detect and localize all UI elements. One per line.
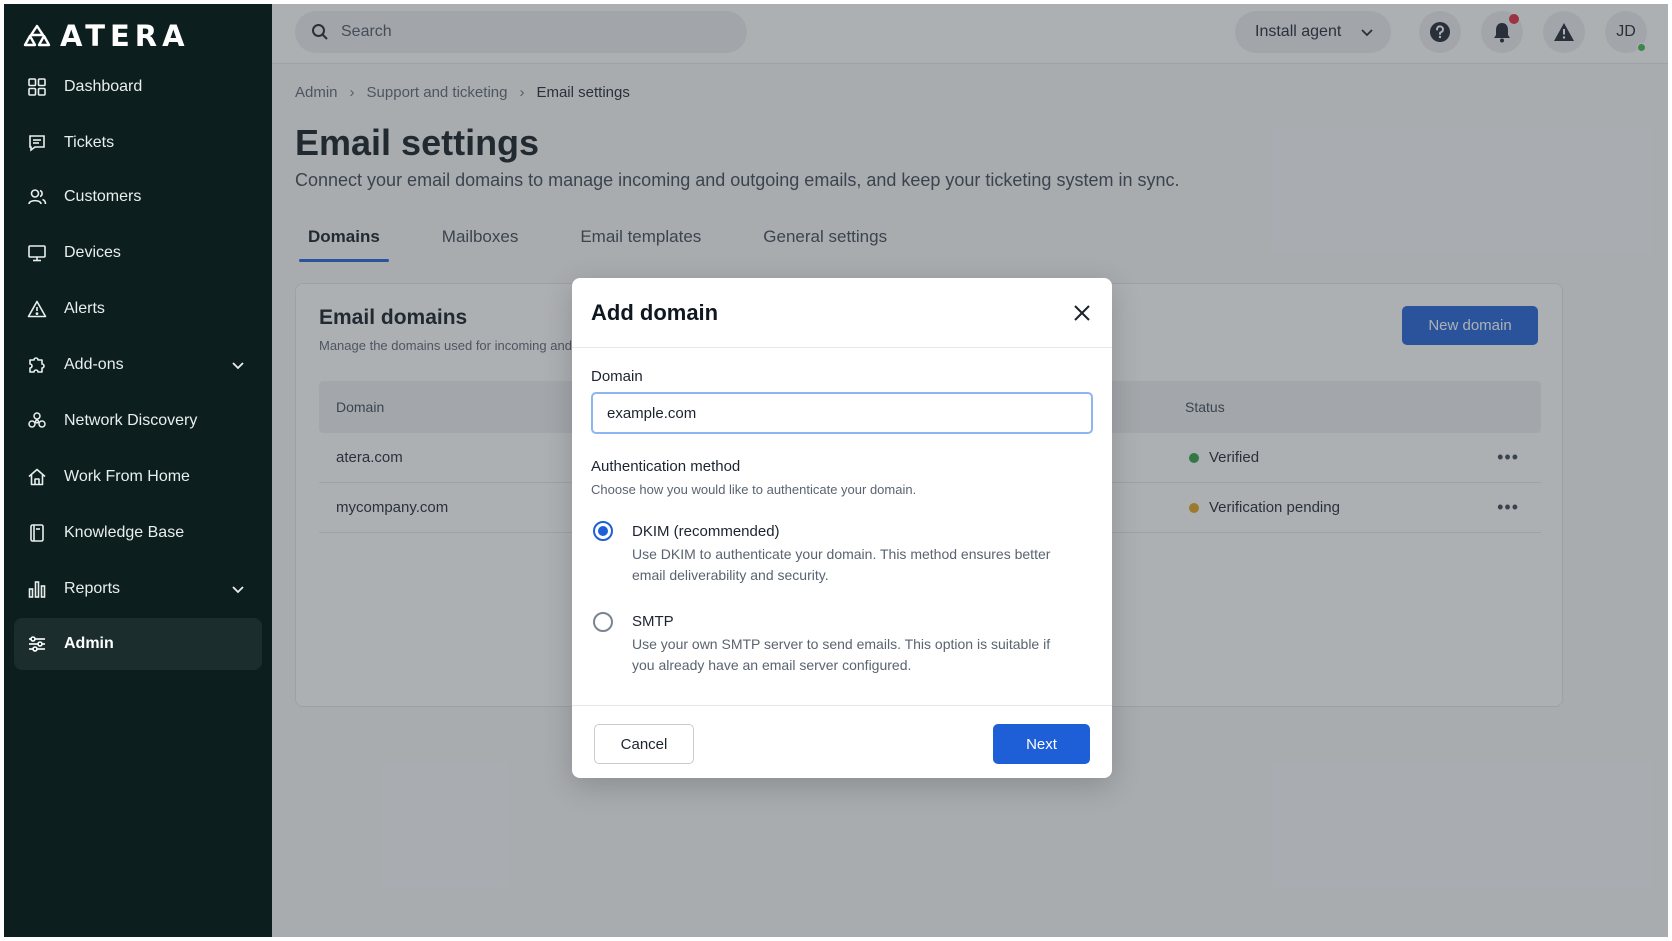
modal-title: Add domain [591, 300, 719, 325]
auth-method-label: Authentication method [591, 458, 741, 475]
sidebar-item-label: Customers [64, 188, 142, 205]
atera-logo[interactable]: ATERA [22, 18, 190, 54]
book-icon [26, 522, 48, 544]
smtp-radio[interactable] [593, 612, 613, 632]
domain-input[interactable] [591, 392, 1093, 434]
auth-method-hint: Choose how you would like to authenticat… [591, 482, 917, 497]
sidebar: ATERA Dashboard Tickets Customers Device… [4, 4, 272, 937]
domain-field-label: Domain [591, 368, 643, 385]
smtp-option-title[interactable]: SMTP [632, 613, 674, 630]
dkim-radio[interactable] [593, 521, 613, 541]
cancel-button[interactable]: Cancel [594, 724, 694, 764]
home-icon [26, 466, 48, 488]
sidebar-item-reports[interactable]: Reports [14, 563, 262, 615]
sidebar-item-label: Work From Home [64, 468, 190, 485]
users-icon [26, 186, 48, 208]
smtp-option-desc: Use your own SMTP server to send emails.… [632, 636, 1051, 673]
sidebar-item-label: Dashboard [64, 78, 143, 95]
next-button[interactable]: Next [993, 724, 1090, 764]
chevron-down-icon[interactable] [228, 579, 248, 599]
modal-footer: Cancel Next [572, 705, 1112, 778]
ticket-chat-icon [26, 132, 48, 154]
sidebar-item-tickets[interactable]: Tickets [14, 117, 262, 169]
sidebar-item-label: Alerts [64, 300, 105, 317]
sidebar-item-admin[interactable]: Admin [14, 618, 262, 670]
puzzle-icon [26, 354, 48, 376]
sidebar-item-customers[interactable]: Customers [14, 171, 262, 223]
sidebar-item-label: Reports [64, 580, 121, 597]
dkim-option-desc: Use DKIM to authenticate your domain. Th… [632, 546, 1051, 583]
network-icon [26, 410, 48, 432]
dashboard-grid-icon [26, 76, 48, 98]
sidebar-item-dashboard[interactable]: Dashboard [14, 61, 262, 113]
sidebar-item-label: Add-ons [64, 356, 124, 373]
sidebar-item-label: Network Discovery [64, 412, 198, 429]
sidebar-item-alerts[interactable]: Alerts [14, 283, 262, 335]
sidebar-item-label: Knowledge Base [64, 524, 185, 541]
brand-wordmark: ATERA [60, 19, 190, 53]
app-frame: ATERA Dashboard Tickets Customers Device… [4, 4, 1668, 937]
chevron-down-icon[interactable] [228, 355, 248, 375]
sidebar-item-knowledge-base[interactable]: Knowledge Base [14, 507, 262, 559]
sidebar-item-work-from-home[interactable]: Work From Home [14, 451, 262, 503]
atera-logo-icon [23, 24, 51, 47]
modal-header: Add domain [572, 278, 1112, 348]
close-icon [1074, 305, 1090, 321]
sidebar-item-add-ons[interactable]: Add-ons [14, 339, 262, 391]
sidebar-item-label: Devices [64, 244, 121, 261]
sidebar-item-label: Tickets [64, 134, 115, 151]
close-button[interactable] [1070, 301, 1094, 325]
add-domain-modal: Add domain Domain Authentication method … [572, 278, 1112, 778]
dkim-option-title[interactable]: DKIM (recommended) [632, 523, 780, 540]
sidebar-item-network-discovery[interactable]: Network Discovery [14, 395, 262, 447]
bar-chart-icon [26, 578, 48, 600]
sidebar-item-label: Admin [64, 635, 114, 652]
sliders-icon [26, 633, 48, 655]
warning-icon [26, 298, 48, 320]
monitor-icon [26, 242, 48, 264]
sidebar-item-devices[interactable]: Devices [14, 227, 262, 279]
